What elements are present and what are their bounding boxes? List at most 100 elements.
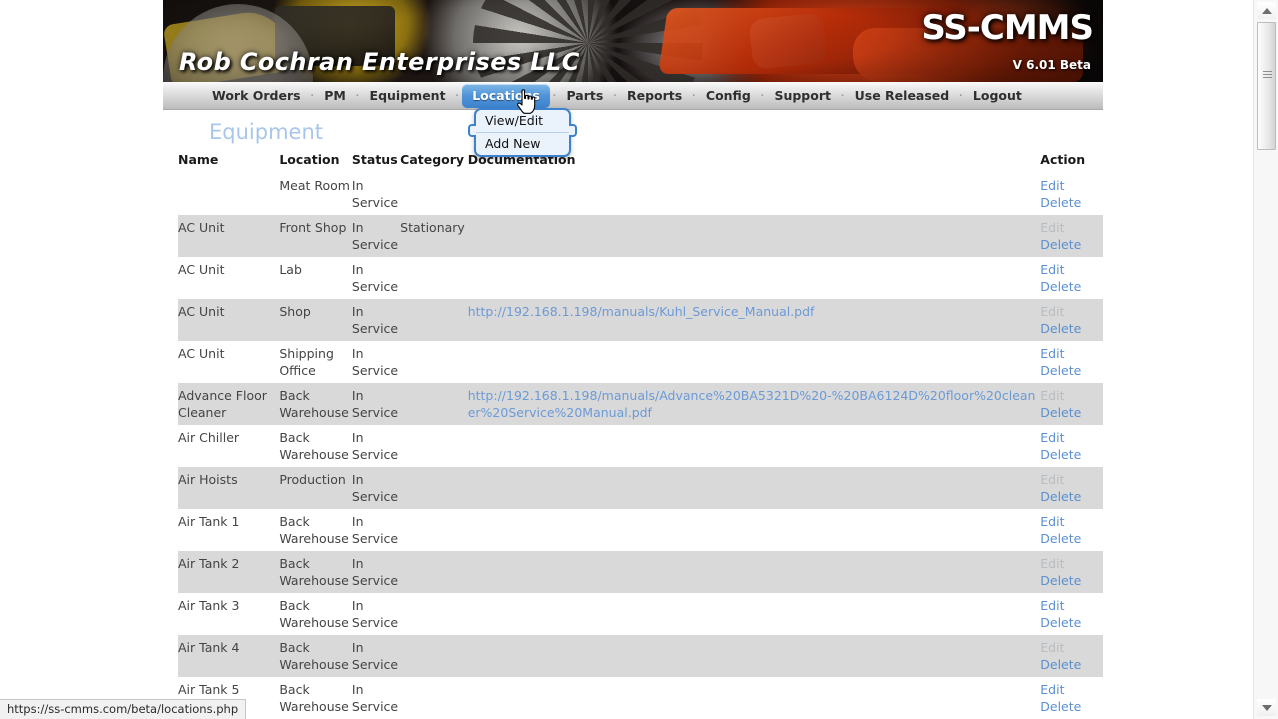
delete-link[interactable]: Delete <box>1040 404 1103 421</box>
edit-link[interactable]: Edit <box>1040 555 1103 572</box>
cell-location: Back Warehouse <box>279 514 349 546</box>
table-row: Air Tank 2 Back Warehouse In Service Edit De… <box>178 551 1103 593</box>
cell-category: Stationary <box>400 215 468 257</box>
cell-category <box>400 509 468 551</box>
table-row: AC Unit Front Shop In Service Stationary Edi… <box>178 215 1103 257</box>
edit-link[interactable]: Edit <box>1040 177 1103 194</box>
locations-dropdown-menu[interactable]: View/Edit Add New <box>468 108 577 157</box>
cell-status: In Service <box>351 682 399 714</box>
delete-link[interactable]: Delete <box>1040 320 1103 337</box>
edit-link[interactable]: Edit <box>1040 597 1103 614</box>
delete-link[interactable]: Delete <box>1040 446 1103 463</box>
col-header-name: Name <box>178 152 219 167</box>
cell-documentation: http://192.168.1.198/manuals/Advance%20B… <box>467 383 1041 425</box>
nav-item-parts[interactable]: Parts <box>559 85 610 107</box>
cell-documentation <box>467 467 1041 509</box>
nav-item-reports[interactable]: Reports <box>620 85 689 107</box>
cell-documentation <box>468 677 1041 719</box>
edit-link[interactable]: Edit <box>1040 219 1103 236</box>
edit-link[interactable]: Edit <box>1040 681 1103 698</box>
nav-item-work-orders[interactable]: Work Orders <box>205 85 308 107</box>
edit-link[interactable]: Edit <box>1040 345 1103 362</box>
cell-name: Air Tank 1 <box>178 514 240 529</box>
scroll-down-button[interactable] <box>1257 699 1276 716</box>
cell-name: AC Unit <box>178 346 225 361</box>
col-header-location: Location <box>279 152 340 167</box>
cell-action: Edit Delete <box>1040 173 1103 215</box>
table-row: Air Tank 4 Back Warehouse In Service Edit De… <box>178 635 1103 677</box>
cell-category <box>400 677 468 719</box>
documentation-link[interactable]: http://192.168.1.198/manuals/Advance%20B… <box>468 388 1036 420</box>
edit-link[interactable]: Edit <box>1040 429 1103 446</box>
delete-link[interactable]: Delete <box>1040 572 1103 589</box>
cell-category <box>400 299 468 341</box>
documentation-link[interactable]: http://192.168.1.198/manuals/Kuhl_Servic… <box>468 304 815 319</box>
cell-status: In Service <box>351 467 401 509</box>
scrollbar-thumb[interactable] <box>1257 22 1276 150</box>
cell-documentation <box>468 509 1041 551</box>
nav-item-config[interactable]: Config <box>699 85 758 107</box>
delete-link[interactable]: Delete <box>1040 278 1103 295</box>
edit-link[interactable]: Edit <box>1040 303 1103 320</box>
col-header-action: Action <box>1040 152 1086 167</box>
dropdown-item-view-edit[interactable]: View/Edit <box>476 110 569 132</box>
cell-category <box>400 551 468 593</box>
delete-link[interactable]: Delete <box>1040 530 1103 547</box>
chevron-down-icon <box>1261 704 1272 711</box>
scroll-up-button[interactable] <box>1257 2 1276 19</box>
browser-status-bar: https://ss-cmms.com/beta/locations.php <box>0 699 247 719</box>
cell-name: Advance Floor Cleaner <box>178 383 280 425</box>
table-header: Name Location Status Category Documentat… <box>178 152 1103 173</box>
cell-status: In Service <box>351 215 401 257</box>
edit-link[interactable]: Edit <box>1040 639 1103 656</box>
edit-link[interactable]: Edit <box>1040 513 1103 530</box>
cell-action: Edit Delete <box>1040 551 1103 593</box>
cell-name: Air Tank 4 <box>178 635 280 677</box>
delete-link[interactable]: Delete <box>1040 614 1103 631</box>
cell-action: Edit Delete <box>1040 635 1103 677</box>
site-banner: Rob Cochran Enterprises LLC SS-CMMS V 6.… <box>163 0 1103 82</box>
delete-link[interactable]: Delete <box>1040 488 1103 505</box>
nav-item-use-released[interactable]: Use Released <box>848 85 957 107</box>
delete-link[interactable]: Delete <box>1040 698 1103 715</box>
cell-documentation <box>468 341 1041 383</box>
cell-documentation <box>468 593 1041 635</box>
delete-link[interactable]: Delete <box>1040 656 1103 673</box>
table-row: Air Tank 5 Back Warehouse In Service Edit De… <box>178 677 1103 719</box>
cell-action: Edit Delete <box>1040 383 1103 425</box>
cell-category <box>400 173 468 215</box>
cell-location: Back Warehouse <box>279 635 352 677</box>
table-row: Meat Room In Service Edit Delete <box>178 173 1103 215</box>
cell-status: In Service <box>351 635 401 677</box>
table-header-row: Name Location Status Category Documentat… <box>178 152 1103 173</box>
delete-link[interactable]: Delete <box>1040 194 1103 211</box>
cell-category <box>400 467 468 509</box>
nav-item-equipment[interactable]: Equipment <box>363 85 453 107</box>
nav-separator: · <box>355 89 360 102</box>
cell-location: Meat Room <box>279 178 350 193</box>
nav-item-logout[interactable]: Logout <box>966 85 1029 107</box>
cell-status: In Service <box>351 551 401 593</box>
cell-name: Air Tank 3 <box>178 598 240 613</box>
cell-action: Edit Delete <box>1040 593 1103 635</box>
edit-link[interactable]: Edit <box>1040 261 1103 278</box>
nav-item-locations[interactable]: Locations <box>462 83 550 108</box>
nav-separator: · <box>310 89 315 102</box>
dropdown-item-add-new[interactable]: Add New <box>476 132 569 155</box>
cell-location: Front Shop <box>279 215 352 257</box>
cell-name: AC Unit <box>178 215 280 257</box>
nav-item-pm[interactable]: PM <box>317 85 353 107</box>
cell-location: Back Warehouse <box>279 598 349 630</box>
cell-status: In Service <box>351 178 399 210</box>
cell-status: In Service <box>351 598 399 630</box>
company-name: Rob Cochran Enterprises LLC <box>179 48 580 76</box>
table-row: AC Unit Shop In Service http://192.168.1.19… <box>178 299 1103 341</box>
vertical-scrollbar[interactable] <box>1253 0 1278 719</box>
edit-link[interactable]: Edit <box>1040 387 1103 404</box>
cell-status: In Service <box>351 383 401 425</box>
edit-link[interactable]: Edit <box>1040 471 1103 488</box>
delete-link[interactable]: Delete <box>1040 236 1103 253</box>
cell-action: Edit Delete <box>1040 341 1103 383</box>
delete-link[interactable]: Delete <box>1040 362 1103 379</box>
nav-item-support[interactable]: Support <box>767 85 838 107</box>
